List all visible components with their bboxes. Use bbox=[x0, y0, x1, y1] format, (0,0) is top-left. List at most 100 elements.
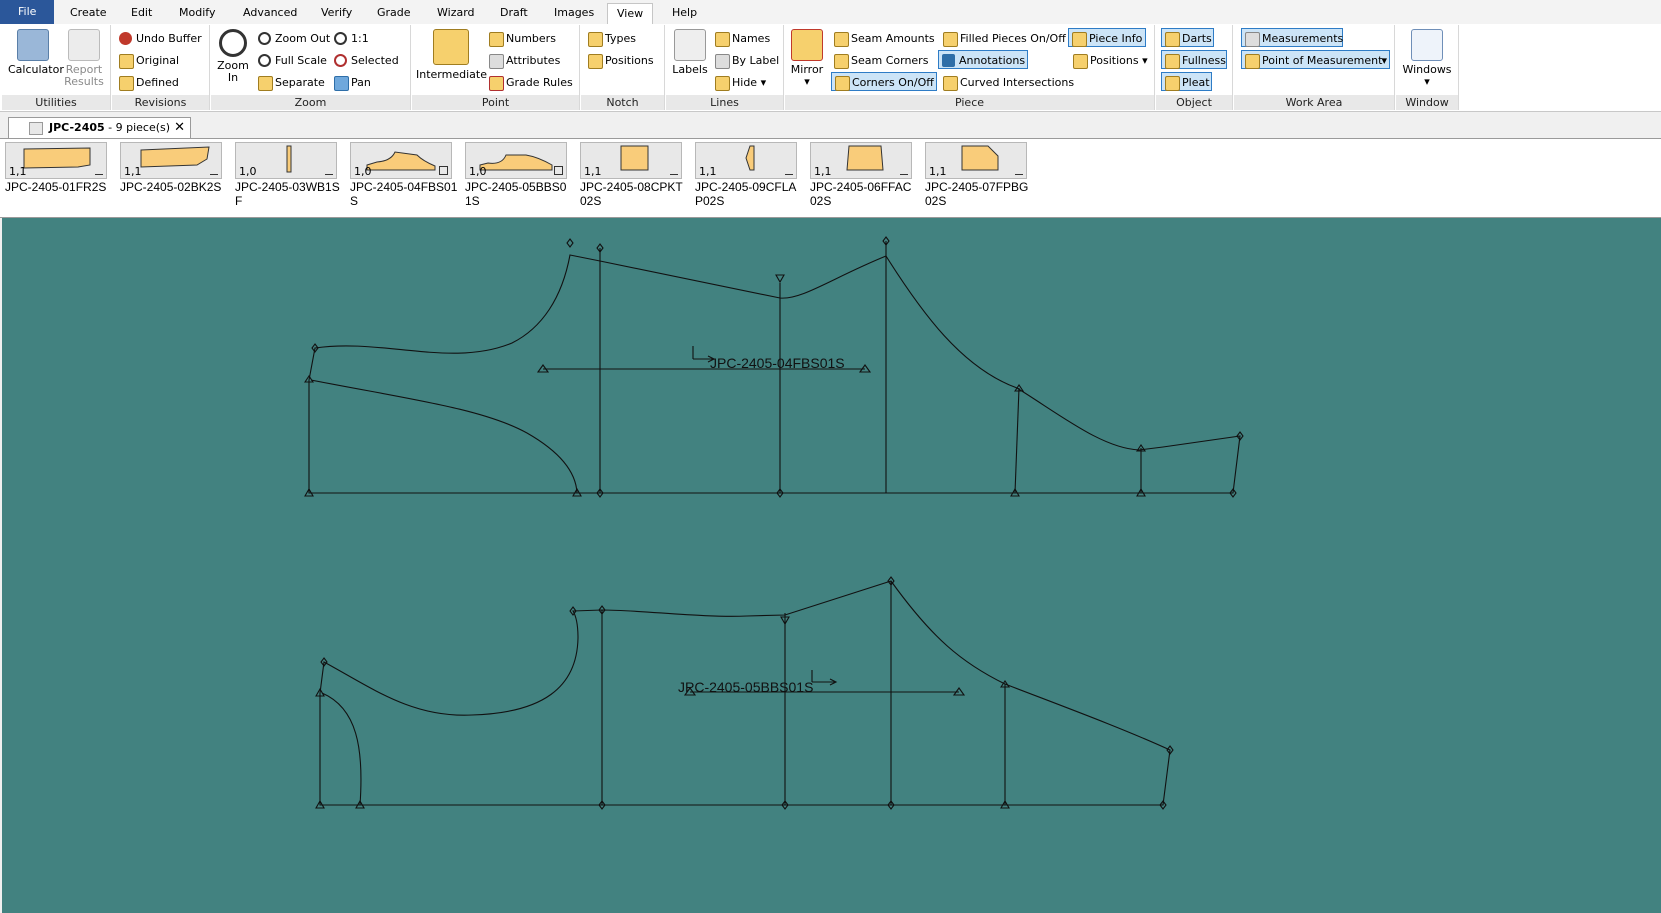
hide-button[interactable]: Hide ▾ bbox=[712, 73, 769, 92]
intermediate-button[interactable]: Intermediate bbox=[416, 29, 487, 81]
piece-thumbnail[interactable]: 1,0 JPC-2405-05BBS01S bbox=[465, 142, 573, 217]
measurements-icon bbox=[1245, 32, 1260, 47]
seam-corners-button[interactable]: Seam Corners bbox=[831, 51, 931, 70]
curved-intersections-button[interactable]: Curved Intersections bbox=[940, 73, 1077, 92]
piece-thumbnail[interactable]: 1,0 JPC-2405-04FBS01S bbox=[350, 142, 458, 217]
notch-positions-button[interactable]: Positions bbox=[585, 51, 657, 70]
group-window: Windows ▾ Window bbox=[1396, 25, 1459, 110]
piece-thumbnail[interactable]: 1,1 JPC-2405-02BK2S bbox=[120, 142, 228, 217]
menu-edit[interactable]: Edit bbox=[122, 3, 161, 23]
line-names-button[interactable]: Names bbox=[712, 29, 773, 48]
filled-pieces-button[interactable]: Filled Pieces On/Off bbox=[940, 29, 1069, 48]
pattern-piece-05bbs01s[interactable]: JPC-2405-05BBS01S bbox=[315, 576, 1174, 810]
report-results-button[interactable]: Report Results bbox=[62, 29, 106, 88]
pattern-drawing[interactable]: JPC-2405-04FBS01S JPC-2405-05BBS01S bbox=[2, 218, 1661, 913]
full-scale-button[interactable]: Full Scale bbox=[255, 51, 330, 70]
measurements-button[interactable]: Measurements bbox=[1241, 28, 1343, 47]
menu-file[interactable]: File bbox=[0, 0, 55, 24]
fullness-label: Fullness bbox=[1182, 54, 1227, 67]
piece-thumbnail[interactable]: 1,1 JPC-2405-01FR2S bbox=[5, 142, 113, 217]
calculator-button[interactable]: Calculator bbox=[8, 29, 64, 76]
piece-flag-icon bbox=[670, 171, 678, 175]
by-label-button[interactable]: By Label bbox=[712, 51, 782, 70]
reference-line bbox=[1014, 387, 1020, 494]
piece-thumbnail[interactable]: 1,1 JPC-2405-06FFAC02S bbox=[810, 142, 918, 217]
zoom-selected-icon bbox=[334, 54, 347, 67]
notch-types-button[interactable]: Types bbox=[585, 29, 639, 48]
menu-help[interactable]: Help bbox=[663, 3, 706, 23]
menu-draft[interactable]: Draft bbox=[491, 3, 537, 23]
menu-advanced[interactable]: Advanced bbox=[234, 3, 306, 23]
menu-modify[interactable]: Modify bbox=[170, 3, 224, 23]
zoom-in-button[interactable]: Zoom In bbox=[215, 29, 251, 84]
menu-view[interactable]: View bbox=[607, 3, 654, 25]
mirror-icon bbox=[791, 29, 823, 61]
close-tab-icon[interactable]: ✕ bbox=[174, 118, 185, 137]
group-label-point: Point bbox=[412, 95, 579, 110]
corners-on-off-label: Corners On/Off bbox=[852, 76, 934, 89]
piece-scale: 1,1 bbox=[814, 165, 832, 178]
notch-positions-icon bbox=[588, 54, 603, 69]
piece-flag-icon bbox=[325, 171, 333, 175]
menu-wizard[interactable]: Wizard bbox=[428, 3, 484, 23]
zoom-out-button[interactable]: Zoom Out bbox=[255, 29, 333, 48]
point-of-measurement-button[interactable]: Point of Measurement ▾ bbox=[1241, 50, 1390, 69]
darts-button[interactable]: Darts bbox=[1161, 28, 1214, 47]
point-of-measurement-dropdown-icon[interactable]: ▾ bbox=[1381, 51, 1387, 70]
document-name: JPC-2405 bbox=[49, 121, 105, 134]
piece-thumbnail[interactable]: 1,0 JPC-2405-03WB1SF bbox=[235, 142, 343, 217]
corners-on-off-button[interactable]: Corners On/Off bbox=[831, 72, 937, 91]
group-work-area: Measurements Point of Measurement ▾ Work … bbox=[1234, 25, 1395, 110]
menu-grade[interactable]: Grade bbox=[368, 3, 420, 23]
defined-button[interactable]: Defined bbox=[116, 73, 182, 92]
seam-curve bbox=[321, 692, 362, 806]
seam-amounts-icon bbox=[834, 32, 849, 47]
menu-images[interactable]: Images bbox=[545, 3, 603, 23]
piece-thumbnail-preview: 1,1 bbox=[120, 142, 222, 179]
notch-types-icon bbox=[588, 32, 603, 47]
calculator-label: Calculator bbox=[8, 63, 64, 76]
group-label-notch: Notch bbox=[581, 95, 664, 110]
menu-create[interactable]: Create bbox=[61, 3, 116, 23]
mirror-dropdown-icon: ▾ bbox=[804, 75, 810, 88]
piece-thumbnail-preview: 1,1 bbox=[810, 142, 912, 179]
group-piece: Mirror ▾ Seam Amounts Seam Corners Corne… bbox=[785, 25, 1155, 110]
undo-buffer-button[interactable]: Undo Buffer bbox=[116, 29, 205, 48]
piece-positions-button[interactable]: Positions ▾ bbox=[1070, 51, 1151, 70]
windows-button[interactable]: Windows ▾ bbox=[1400, 29, 1454, 88]
grade-rules-button[interactable]: Grade Rules bbox=[486, 73, 576, 92]
intermediate-label: Intermediate bbox=[416, 68, 487, 81]
one-to-one-button[interactable]: 1:1 bbox=[331, 29, 372, 48]
seam-amounts-button[interactable]: Seam Amounts bbox=[831, 29, 938, 48]
piece-thumbnail-preview: 1,1 bbox=[5, 142, 107, 179]
pleat-button[interactable]: Pleat bbox=[1161, 72, 1212, 91]
separate-button[interactable]: Separate bbox=[255, 73, 328, 92]
separate-label: Separate bbox=[275, 76, 325, 89]
full-scale-icon bbox=[258, 54, 271, 67]
menu-verify[interactable]: Verify bbox=[312, 3, 361, 23]
piece-thumbnail[interactable]: 1,1 JPC-2405-09CFLAP02S bbox=[695, 142, 803, 217]
piece-info-button[interactable]: Piece Info bbox=[1068, 28, 1146, 47]
document-tab[interactable]: JPC-2405 - 9 piece(s) ✕ bbox=[8, 117, 191, 138]
windows-dropdown-icon: ▾ bbox=[1424, 75, 1430, 88]
group-label-zoom: Zoom bbox=[211, 95, 410, 110]
fullness-button[interactable]: Fullness bbox=[1161, 50, 1227, 69]
mirror-button[interactable]: Mirror ▾ bbox=[789, 29, 825, 88]
piece-thumbnail[interactable]: 1,1 JPC-2405-07FPBG02S bbox=[925, 142, 1033, 217]
pan-button[interactable]: Pan bbox=[331, 73, 374, 92]
piece-name: JPC-2405-06FFAC02S bbox=[810, 180, 912, 208]
original-button[interactable]: Original bbox=[116, 51, 182, 70]
numbers-button[interactable]: Numbers bbox=[486, 29, 559, 48]
annotations-button[interactable]: Annotations bbox=[938, 50, 1028, 69]
pattern-piece-04fbs01s[interactable]: JPC-2405-04FBS01S bbox=[303, 236, 1244, 498]
piece-scale: 1,0 bbox=[239, 165, 257, 178]
group-label-window: Window bbox=[1396, 95, 1458, 110]
zoom-selected-button[interactable]: Selected bbox=[331, 51, 402, 70]
piece-thumbnail[interactable]: 1,1 JPC-2405-08CPKT02S bbox=[580, 142, 688, 217]
labels-button[interactable]: Labels bbox=[669, 29, 711, 76]
defined-icon bbox=[119, 76, 134, 91]
piece-scale: 1,1 bbox=[124, 165, 142, 178]
work-area-canvas[interactable]: JPC-2405-04FBS01S JPC-2405-05BBS01S bbox=[2, 218, 1661, 913]
piece-name: JPC-2405-03WB1SF bbox=[235, 180, 340, 208]
attributes-button[interactable]: Attributes bbox=[486, 51, 563, 70]
